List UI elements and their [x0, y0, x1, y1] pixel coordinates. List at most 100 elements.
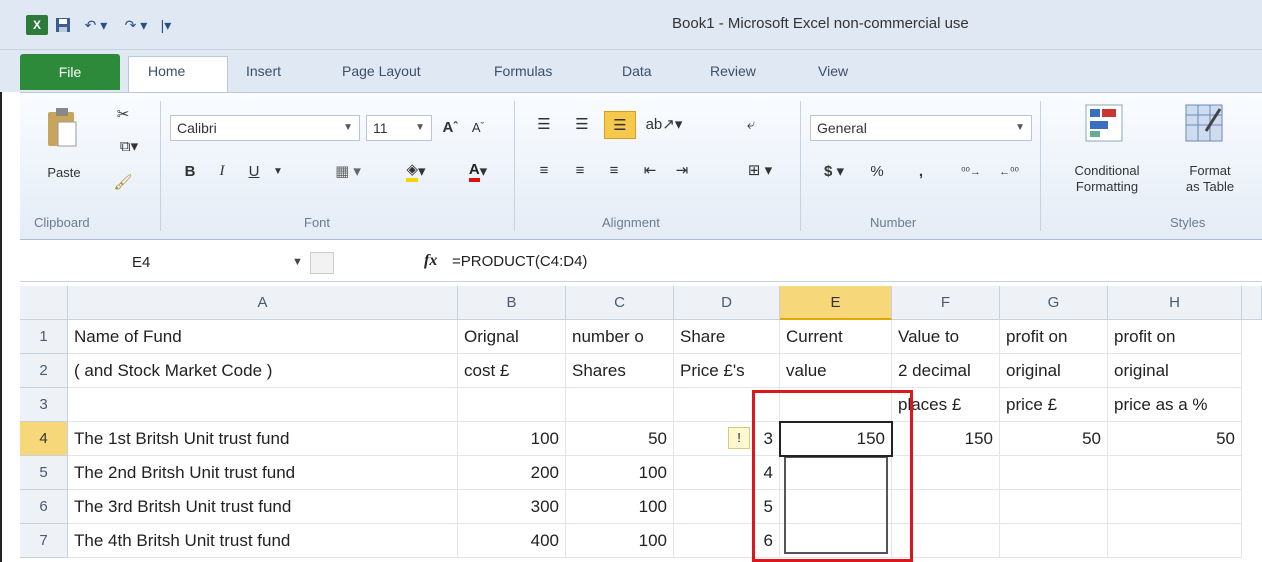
tab-data[interactable]: Data: [622, 63, 652, 79]
cell-h1[interactable]: profit on: [1108, 320, 1242, 354]
cell-b7[interactable]: 400: [458, 524, 566, 558]
shrink-font-icon[interactable]: Aˇ: [466, 115, 490, 139]
cell-d2[interactable]: Price £'s: [674, 354, 780, 388]
cell-c5[interactable]: 100: [566, 456, 674, 490]
undo-icon[interactable]: ↶ ▾: [78, 15, 114, 35]
increase-decimal-icon[interactable]: ⁰⁰→: [956, 159, 986, 183]
cell-c7[interactable]: 100: [566, 524, 674, 558]
format-as-table-icon[interactable]: [1182, 99, 1226, 147]
tab-home[interactable]: Home: [148, 63, 185, 79]
cell-f4[interactable]: 150: [892, 422, 1000, 456]
align-top-icon[interactable]: ☰: [530, 113, 558, 135]
cell-a3[interactable]: [68, 388, 458, 422]
excel-icon[interactable]: X: [26, 15, 48, 35]
row-header-7[interactable]: 7: [20, 524, 68, 558]
column-header-h[interactable]: H: [1108, 286, 1242, 320]
borders-icon[interactable]: ▦ ▾: [326, 159, 370, 183]
cell-c3[interactable]: [566, 388, 674, 422]
chevron-down-icon[interactable]: ▼: [270, 159, 286, 183]
column-header-d[interactable]: D: [674, 286, 780, 320]
conditional-formatting-icon[interactable]: [1082, 99, 1126, 147]
cell-g3[interactable]: price £: [1000, 388, 1108, 422]
align-bottom-icon[interactable]: ☰: [604, 111, 636, 139]
row-header-4[interactable]: 4: [20, 422, 68, 456]
cell-b2[interactable]: cost £: [458, 354, 566, 388]
conditional-formatting-label[interactable]: Conditional Formatting: [1052, 163, 1162, 195]
cell-e3[interactable]: [780, 388, 892, 422]
cell-c1[interactable]: number o: [566, 320, 674, 354]
currency-button[interactable]: $ ▾: [814, 159, 854, 183]
comma-button[interactable]: ,: [910, 159, 932, 183]
error-smart-tag-icon[interactable]: !: [728, 427, 750, 449]
font-name-dropdown[interactable]: Calibri ▼: [170, 115, 360, 141]
cell-g7[interactable]: [1000, 524, 1108, 558]
font-size-dropdown[interactable]: 11 ▼: [366, 115, 432, 141]
name-box[interactable]: E4: [20, 248, 290, 278]
fill-color-icon[interactable]: ◈ ▾: [392, 159, 440, 183]
cell-a4[interactable]: The 1st Britsh Unit trust fund: [68, 422, 458, 456]
save-icon[interactable]: [52, 15, 74, 35]
cell-c2[interactable]: Shares: [566, 354, 674, 388]
cell-d1[interactable]: Share: [674, 320, 780, 354]
cell-d4[interactable]: 3: [674, 422, 780, 456]
column-header-b[interactable]: B: [458, 286, 566, 320]
row-header-5[interactable]: 5: [20, 456, 68, 490]
cell-f5[interactable]: [892, 456, 1000, 490]
format-painter-icon[interactable]: 🖌: [113, 173, 132, 191]
tab-file[interactable]: File: [20, 54, 120, 90]
cell-b6[interactable]: 300: [458, 490, 566, 524]
cell-c4[interactable]: 50: [566, 422, 674, 456]
tab-insert[interactable]: Insert: [246, 63, 281, 79]
cell-g1[interactable]: profit on: [1000, 320, 1108, 354]
cell-b4[interactable]: 100: [458, 422, 566, 456]
cell-a1[interactable]: Name of Fund: [68, 320, 458, 354]
cut-icon[interactable]: ✂: [114, 105, 132, 123]
copy-icon[interactable]: ⧉▾: [114, 137, 144, 155]
redo-icon[interactable]: ↷ ▾: [118, 15, 154, 35]
cell-b3[interactable]: [458, 388, 566, 422]
paste-label[interactable]: Paste: [44, 165, 84, 181]
decrease-indent-icon[interactable]: ⇤: [636, 159, 664, 181]
merge-center-icon[interactable]: ⊞ ▾: [736, 159, 784, 181]
align-left-icon[interactable]: ≡: [530, 159, 558, 181]
customize-icon[interactable]: |▾: [158, 15, 174, 35]
percent-button[interactable]: %: [862, 159, 892, 183]
cell-h5[interactable]: [1108, 456, 1242, 490]
cell-d7[interactable]: 6: [674, 524, 780, 558]
formula-bar-expand-icon[interactable]: [310, 252, 334, 274]
font-color-icon[interactable]: A ▾: [454, 159, 502, 183]
row-header-3[interactable]: 3: [20, 388, 68, 422]
wrap-text-icon[interactable]: ⤶: [736, 113, 766, 135]
cell-e1[interactable]: Current: [780, 320, 892, 354]
cell-f7[interactable]: [892, 524, 1000, 558]
select-all-button[interactable]: [20, 286, 68, 320]
cell-h3[interactable]: price as a %: [1108, 388, 1242, 422]
cell-d6[interactable]: 5: [674, 490, 780, 524]
cell-h6[interactable]: [1108, 490, 1242, 524]
row-header-1[interactable]: 1: [20, 320, 68, 354]
align-middle-icon[interactable]: ☰: [568, 113, 596, 135]
cell-h2[interactable]: original: [1108, 354, 1242, 388]
cell-h7[interactable]: [1108, 524, 1242, 558]
cell-f3[interactable]: places £: [892, 388, 1000, 422]
cell-a5[interactable]: The 2nd Britsh Unit trust fund: [68, 456, 458, 490]
column-header-e[interactable]: E: [780, 286, 892, 320]
cell-g5[interactable]: [1000, 456, 1108, 490]
decrease-decimal-icon[interactable]: ←⁰⁰: [994, 159, 1024, 183]
cell-a6[interactable]: The 3rd Britsh Unit trust fund: [68, 490, 458, 524]
align-center-icon[interactable]: ≡: [566, 159, 594, 181]
cell-g4[interactable]: 50: [1000, 422, 1108, 456]
column-header-c[interactable]: C: [566, 286, 674, 320]
grow-font-icon[interactable]: Aˆ: [438, 115, 462, 139]
row-header-6[interactable]: 6: [20, 490, 68, 524]
chevron-down-icon[interactable]: ▼: [292, 256, 303, 268]
cell-d5[interactable]: 4: [674, 456, 780, 490]
orientation-icon[interactable]: ab↗▾: [644, 113, 684, 135]
cell-a2[interactable]: ( and Stock Market Code ): [68, 354, 458, 388]
tab-formulas[interactable]: Formulas: [494, 63, 552, 79]
row-header-2[interactable]: 2: [20, 354, 68, 388]
increase-indent-icon[interactable]: ⇥: [668, 159, 696, 181]
tab-review[interactable]: Review: [710, 63, 756, 79]
column-header-a[interactable]: A: [68, 286, 458, 320]
column-header-g[interactable]: G: [1000, 286, 1108, 320]
